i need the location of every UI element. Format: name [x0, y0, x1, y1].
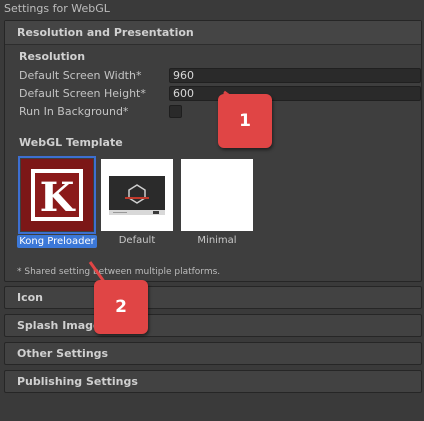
- annotation-badge-2: 2: [94, 280, 148, 334]
- annotation-arrows: [88, 90, 253, 291]
- annotation-badge-1: 1: [218, 94, 272, 148]
